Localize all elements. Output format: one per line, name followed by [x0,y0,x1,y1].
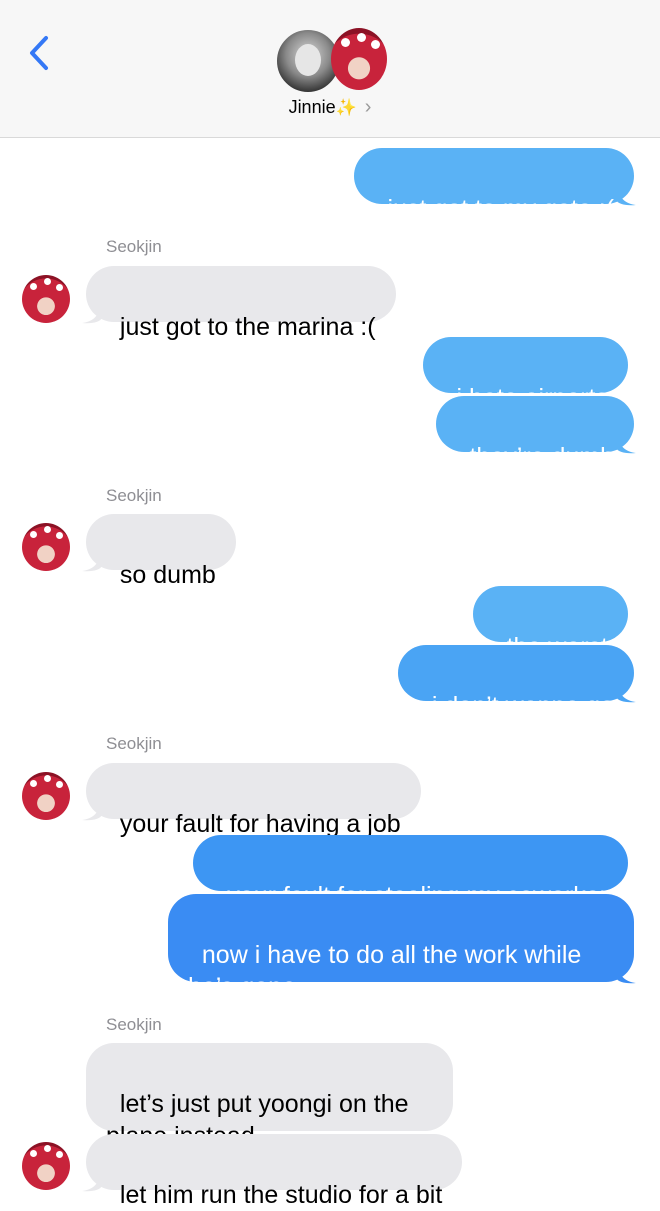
incoming-message[interactable]: your fault for having a job [86,763,421,838]
contact-name: Jinnie [288,97,336,117]
sender-name: Seokjin [106,486,162,505]
message-text: now i have to do all the work while he’s… [188,941,589,1001]
outgoing-message[interactable]: they’re dumb [435,396,634,471]
outgoing-message[interactable]: i hate airports [422,337,628,412]
bubble-tail [616,681,636,703]
message-text: let him run the studio for a bit [119,1181,443,1209]
outgoing-message[interactable]: now i have to do all the work while he’s… [168,894,634,1001]
avatar-contact-red-hat [331,28,387,90]
back-button[interactable] [20,30,60,76]
sender-name: Seokjin [106,237,162,256]
bubble-tail [616,962,636,984]
incoming-message[interactable]: let him run the studio for a bit [86,1134,463,1209]
incoming-message[interactable]: let’s just put yoongi on the plane inste… [86,1043,453,1150]
bubble-tail [616,432,636,454]
message-text: so dumb [119,561,216,589]
message-text: your fault for having a job [119,810,401,838]
message-text: just got to my gate :( [387,195,615,223]
sender-avatar[interactable] [22,1142,70,1190]
bubble-tail [616,184,636,206]
outgoing-message[interactable]: just got to my gate :( [353,148,634,223]
sender-avatar[interactable] [22,275,70,323]
sender-avatar[interactable] [22,523,70,571]
sender-avatar[interactable] [22,772,70,820]
contact-details-link[interactable]: Jinnie✨ › [0,96,660,119]
sender-name: Seokjin [106,734,162,753]
outgoing-message[interactable]: the worst [472,586,628,661]
message-text: just got to the marina :( [119,313,376,341]
group-avatars[interactable] [275,28,390,94]
incoming-message[interactable]: so dumb [86,514,236,589]
conversation-header: Jinnie✨ › [0,0,660,138]
sparkle-emoji: ✨ [335,98,357,117]
message-text: i don’t wanna go [431,692,614,720]
chevron-right-icon: › [364,96,372,118]
bubble-tail [82,550,102,572]
sender-name: Seokjin [106,1015,162,1034]
outgoing-message[interactable]: your fault for stealing my coworker [193,835,628,910]
outgoing-message[interactable]: i don’t wanna go [398,645,634,720]
bubble-tail [82,302,102,324]
message-text: they’re dumb [469,443,614,471]
chevron-left-icon [30,36,48,70]
incoming-message[interactable]: just got to the marina :( [86,266,396,341]
bubble-tail [82,799,102,821]
bubble-tail [82,1170,102,1192]
